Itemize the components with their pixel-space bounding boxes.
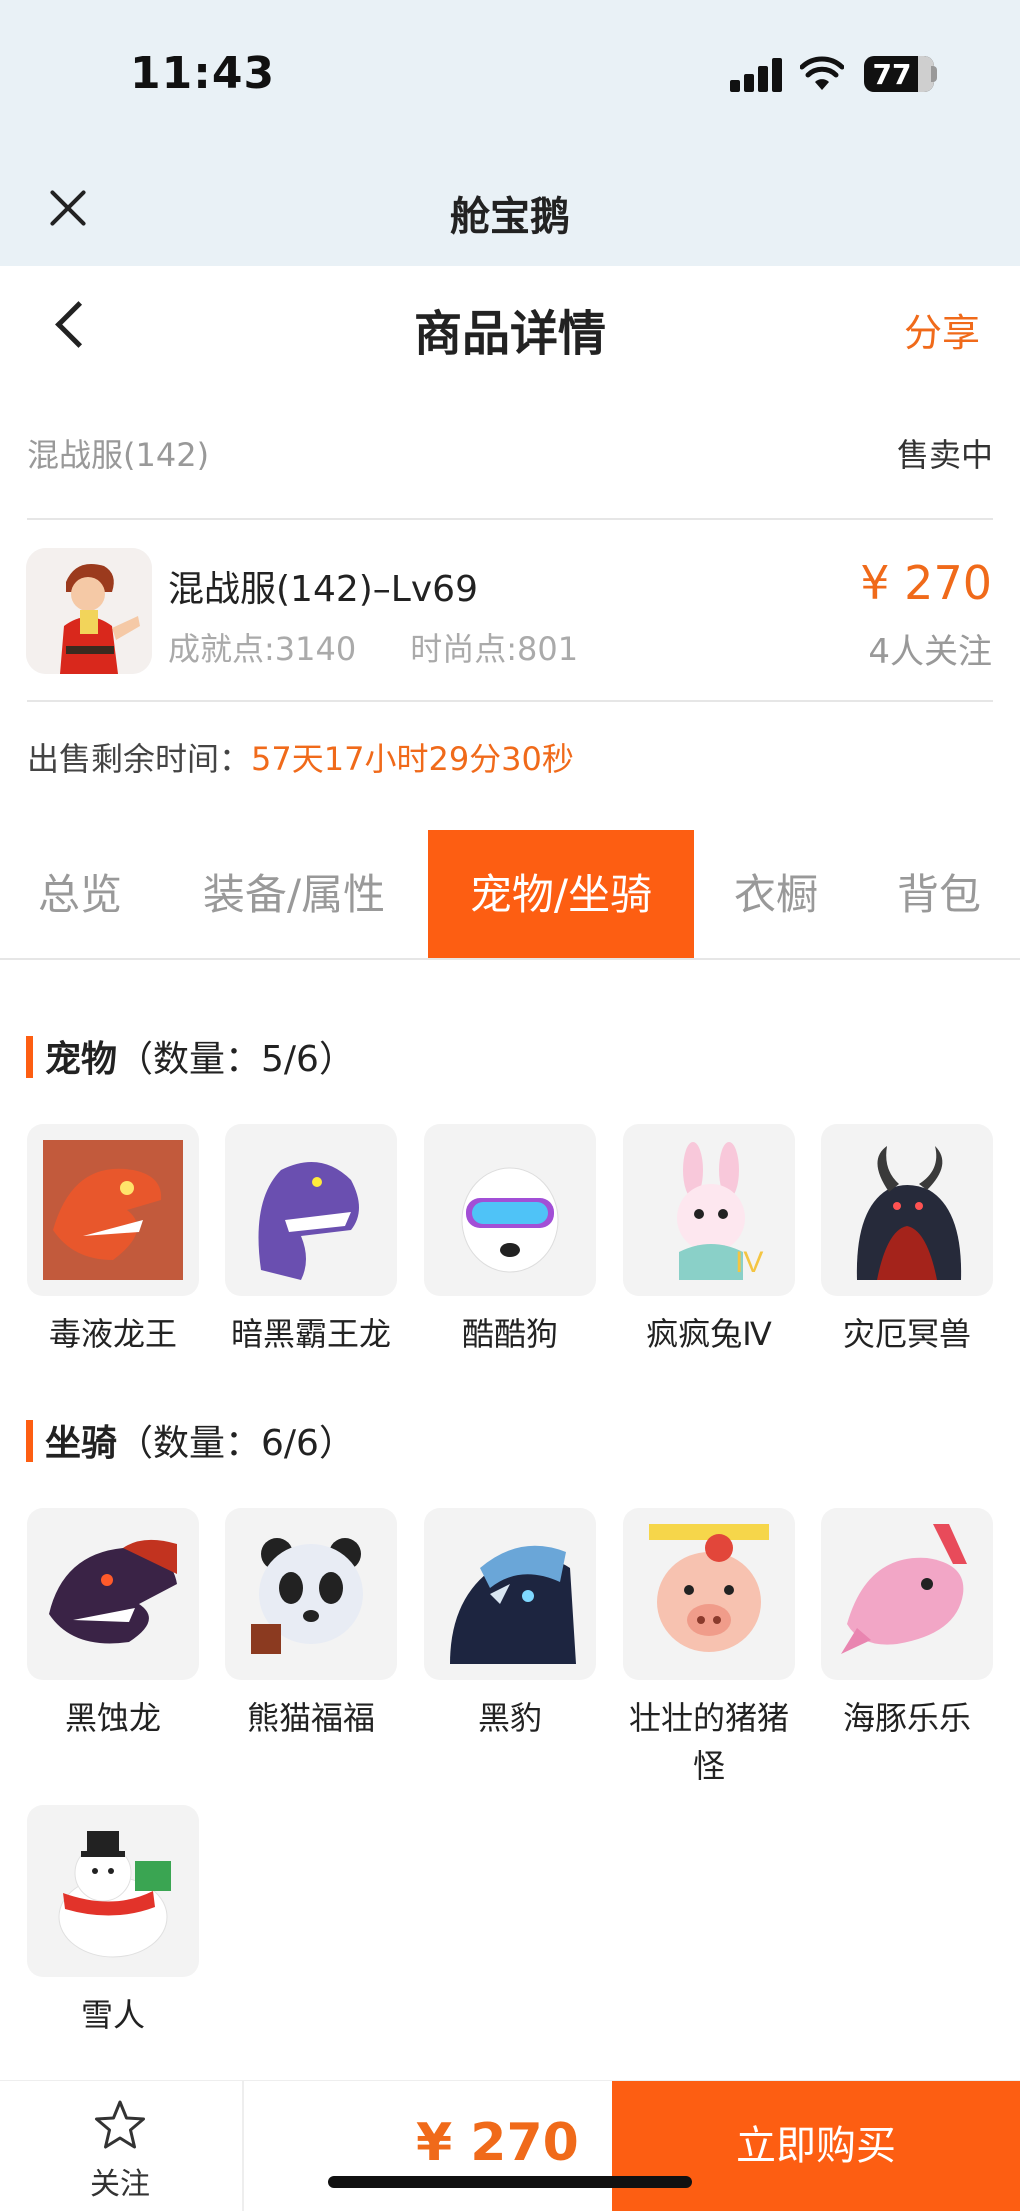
character-stats: 成就点:3140 时尚点:801 — [168, 624, 632, 670]
black-dragon-icon[interactable] — [27, 1508, 199, 1680]
bottom-action-bar: 关注 ¥ 270 立即购买 — [0, 2080, 1020, 2211]
tab-overview[interactable]: 总览 — [0, 830, 160, 960]
battery-level: 77 — [872, 58, 912, 91]
achievement-points: 成就点:3140 — [168, 630, 357, 668]
pet-name: 灾厄冥兽 — [842, 1315, 971, 1353]
sale-status: 售卖中 — [896, 436, 993, 474]
detail-tabs: 总览 装备/属性 宠物/坐骑 衣橱 背包 — [0, 830, 1020, 960]
character-avatar — [26, 548, 152, 674]
status-time: 11:43 — [130, 48, 276, 99]
home-indicator[interactable] — [328, 2176, 692, 2188]
mounts-count: （数量：6/6） — [117, 1423, 355, 1464]
tab-wardrobe[interactable]: 衣橱 — [694, 830, 858, 960]
pet-name: 暗黑霸王龙 — [230, 1315, 391, 1353]
pet-item[interactable]: IV 疯疯兔Ⅳ — [623, 1124, 795, 1358]
remaining-time-value: 57天17小时29分30秒 — [251, 740, 574, 778]
server-row: 混战服(142) 售卖中 — [27, 430, 993, 510]
remaining-time: 出售剩余时间：57天17小时29分30秒 — [27, 734, 574, 780]
mount-item[interactable]: 黑豹 — [424, 1508, 596, 1742]
mount-name: 壮壮的猪猪怪 — [628, 1699, 789, 1785]
tab-backpack[interactable]: 背包 — [858, 830, 1020, 960]
remaining-time-label: 出售剩余时间： — [27, 740, 252, 778]
purple-trex-icon[interactable] — [225, 1124, 397, 1296]
pets-count: （数量：5/6） — [117, 1039, 355, 1080]
signal-icon — [730, 58, 786, 92]
pet-item[interactable]: 暗黑霸王龙 — [225, 1124, 397, 1358]
black-panther-icon[interactable] — [424, 1508, 596, 1680]
wifi-icon — [800, 56, 844, 90]
mount-item[interactable]: 壮壮的猪猪怪 — [623, 1508, 795, 1790]
section-accent-bar — [26, 1036, 33, 1078]
follower-count: 4人关注 — [868, 632, 992, 672]
battery-tip — [931, 66, 937, 82]
app-title: 舱宝鹅 — [450, 194, 570, 240]
panda-icon[interactable] — [225, 1508, 397, 1680]
horned-beast-icon[interactable] — [821, 1124, 993, 1296]
buy-now-button[interactable]: 立即购买 — [612, 2081, 1020, 2211]
goggle-dog-icon[interactable] — [424, 1124, 596, 1296]
divider — [27, 700, 993, 702]
red-dragon-icon[interactable] — [27, 1124, 199, 1296]
bunny-icon[interactable]: IV — [623, 1124, 795, 1296]
svg-text:IV: IV — [735, 1246, 763, 1279]
server-name: 混战服(142) — [27, 436, 210, 474]
app-top-area: 11:43 77 舱宝鹅 — [0, 0, 1020, 266]
pet-name: 酷酷狗 — [461, 1315, 558, 1353]
mount-item[interactable]: 海豚乐乐 — [821, 1508, 993, 1742]
mounts-title: 坐骑 — [45, 1423, 118, 1464]
pet-name: 疯疯兔Ⅳ — [646, 1315, 772, 1353]
pet-name: 毒液龙王 — [48, 1315, 177, 1353]
page-title: 商品详情 — [413, 306, 606, 362]
divider — [0, 958, 1020, 960]
divider — [242, 2081, 244, 2211]
pets-title: 宠物 — [45, 1039, 118, 1080]
bottom-price: ¥ 270 — [416, 2113, 579, 2173]
follow-button[interactable]: 关注 — [60, 2099, 180, 2203]
mounts-section-title: 坐骑（数量：6/6） — [26, 1414, 355, 1466]
pets-section-title: 宠物（数量：5/6） — [26, 1030, 355, 1082]
section-accent-bar — [26, 1420, 33, 1462]
pet-item[interactable]: 酷酷狗 — [424, 1124, 596, 1358]
character-name: 混战服(142)–Lv69 — [168, 569, 478, 610]
pig-icon[interactable] — [623, 1508, 795, 1680]
mount-name: 雪人 — [80, 1996, 145, 2034]
mount-name: 黑豹 — [477, 1699, 542, 1737]
mount-item[interactable]: 熊猫福福 — [225, 1508, 397, 1742]
mount-name: 海豚乐乐 — [842, 1699, 971, 1737]
pet-item[interactable]: 灾厄冥兽 — [821, 1124, 993, 1358]
mount-name: 熊猫福福 — [246, 1699, 375, 1737]
star-icon — [95, 2100, 145, 2149]
mount-item[interactable]: 黑蚀龙 — [27, 1508, 199, 1742]
follow-label: 关注 — [90, 2167, 150, 2202]
character-price: ¥ 270 — [860, 556, 992, 610]
mount-name: 黑蚀龙 — [64, 1699, 161, 1737]
fashion-points: 时尚点:801 — [410, 630, 579, 668]
pet-item[interactable]: 毒液龙王 — [27, 1124, 199, 1358]
mount-item[interactable]: 雪人 — [27, 1805, 199, 2039]
tab-equipment[interactable]: 装备/属性 — [160, 830, 428, 960]
tab-pets-mounts[interactable]: 宠物/坐骑 — [428, 830, 694, 960]
share-button[interactable]: 分享 — [904, 302, 980, 357]
dolphin-icon[interactable] — [821, 1508, 993, 1680]
snowman-icon[interactable] — [27, 1805, 199, 1977]
divider — [27, 518, 993, 520]
